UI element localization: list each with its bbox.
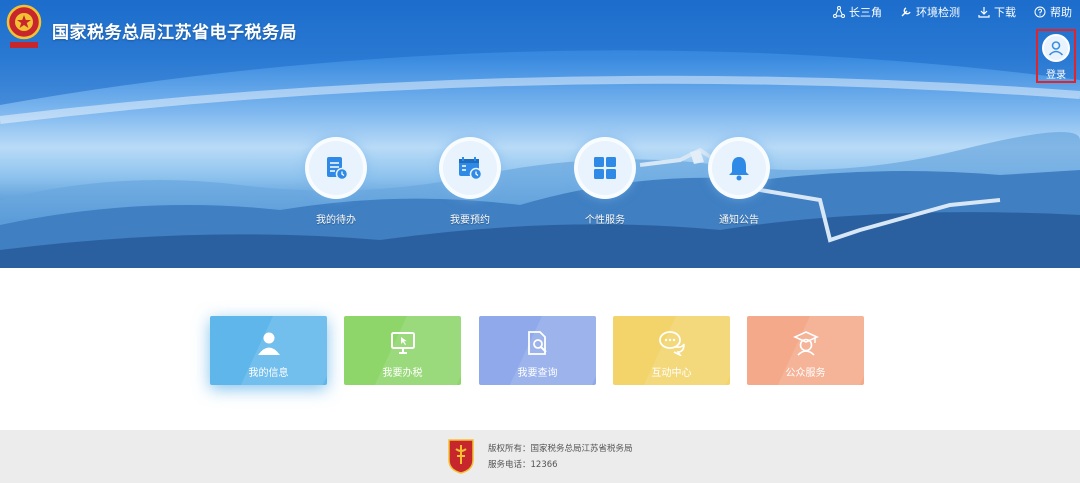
tile-label: 我要查询 (517, 368, 558, 379)
network-icon (833, 6, 845, 18)
quick-my-todo[interactable]: 我的待办 (291, 137, 381, 226)
tax-emblem-logo (6, 4, 42, 48)
top-link-yangtze-delta[interactable]: 长三角 (833, 4, 882, 20)
user-icon (1042, 34, 1070, 62)
graduate-icon (791, 328, 821, 358)
footer-text: 版权所有：国家税务总局江苏省税务局 服务电话：12366 (488, 441, 633, 473)
tool-icon (901, 7, 911, 17)
bell-icon (708, 137, 770, 199)
hero-banner: 国家税务总局江苏省电子税务局 长三角 环境检测 下载 帮助 登录 我的待办 我要… (0, 0, 1080, 268)
top-link-label: 帮助 (1050, 6, 1072, 19)
document-search-icon (523, 328, 553, 358)
tile-label: 公众服务 (785, 368, 826, 379)
login-button[interactable]: 登录 (1036, 29, 1076, 83)
quick-label: 通知公告 (719, 215, 759, 226)
footer: 版权所有：国家税务总局江苏省税务局 服务电话：12366 (0, 430, 1080, 483)
user-profile-icon (254, 328, 284, 358)
top-link-label: 环境检测 (916, 6, 960, 19)
tile-public-service[interactable]: 公众服务 (747, 316, 864, 385)
top-link-help[interactable]: 帮助 (1034, 4, 1072, 20)
grid-icon (574, 137, 636, 199)
help-icon (1034, 6, 1046, 18)
tile-tax-handling[interactable]: 我要办税 (344, 316, 461, 385)
download-icon (978, 7, 990, 18)
quick-label: 我的待办 (316, 215, 356, 226)
monitor-cursor-icon (388, 328, 418, 358)
tile-label: 互动中心 (651, 368, 692, 379)
quick-announcements[interactable]: 通知公告 (694, 137, 784, 226)
tile-label: 我要办税 (382, 368, 423, 379)
calendar-clock-icon (439, 137, 501, 199)
login-label: 登录 (1046, 70, 1066, 81)
footer-copyright: 版权所有：国家税务总局江苏省税务局 (488, 444, 633, 454)
tax-shield-logo (448, 439, 474, 474)
top-link-label: 下载 (994, 6, 1016, 19)
top-link-label: 长三角 (849, 6, 882, 19)
top-link-download[interactable]: 下载 (978, 4, 1016, 20)
tile-label: 我的信息 (248, 368, 289, 379)
top-links: 长三角 环境检测 下载 帮助 (833, 4, 1072, 20)
todo-document-icon (305, 137, 367, 199)
footer-phone: 服务电话：12366 (488, 460, 558, 470)
top-link-environment-check[interactable]: 环境检测 (900, 4, 960, 20)
chat-bubbles-icon (657, 328, 687, 358)
quick-personal-service[interactable]: 个性服务 (560, 137, 650, 226)
quick-reservation[interactable]: 我要预约 (425, 137, 515, 226)
quick-label: 个性服务 (585, 215, 625, 226)
quick-label: 我要预约 (450, 215, 490, 226)
site-title: 国家税务总局江苏省电子税务局 (52, 23, 297, 43)
tile-query[interactable]: 我要查询 (479, 316, 596, 385)
tile-interaction-center[interactable]: 互动中心 (613, 316, 730, 385)
tile-my-info[interactable]: 我的信息 (210, 316, 327, 385)
